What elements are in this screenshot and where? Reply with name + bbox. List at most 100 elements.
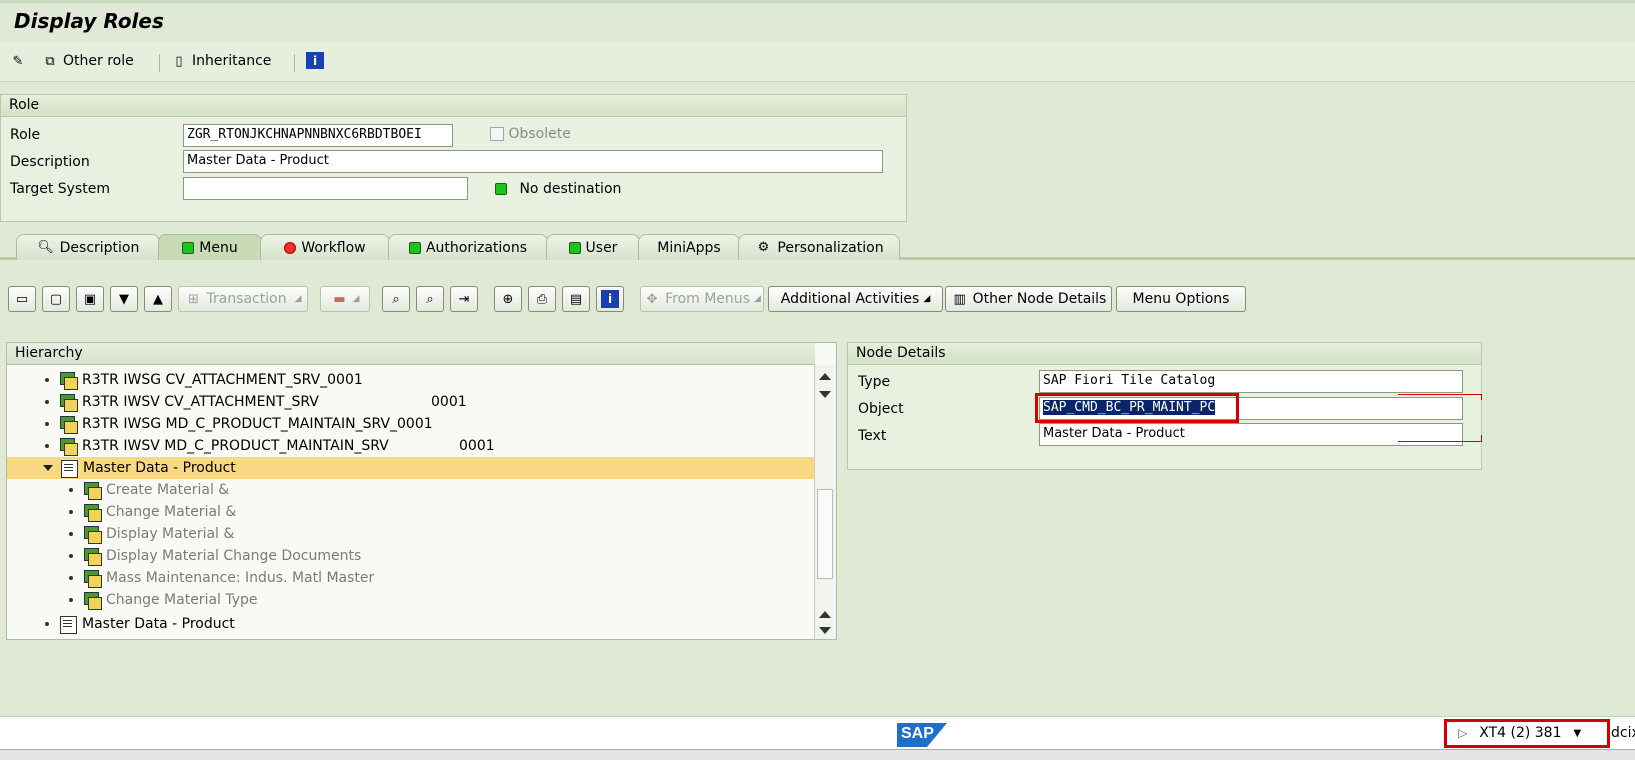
scroll-down-icon[interactable] [819,391,831,398]
menu-options-label: Menu Options [1132,291,1230,307]
target-system-field[interactable] [183,177,468,200]
description-field[interactable]: Master Data - Product [183,150,883,173]
green-status-icon [182,241,195,254]
bullet-icon [69,598,73,602]
tree-node[interactable]: R3TR IWSG CV_ATTACHMENT_SRV_0001 [45,369,363,391]
service-icon [59,437,78,456]
title-bar: Display Roles [0,0,1635,42]
scroll-up-icon[interactable] [819,373,831,380]
insert-node-button[interactable]: ▭ [8,286,36,312]
other-node-details-button[interactable]: ▥ Other Node Details [945,286,1112,312]
tab-workflow[interactable]: Workflow [260,234,390,260]
tab-user-label: User [585,239,618,256]
tree-node-label: Display Material Change Documents [106,548,362,564]
tree-node[interactable]: R3TR IWSG MD_C_PRODUCT_MAINTAIN_SRV_0001 [45,413,433,435]
tab-menu[interactable]: Menu [158,234,262,260]
hierarchy-button[interactable]: ▤ [562,286,590,312]
document-icon: ▯ [175,53,183,69]
find-button[interactable]: ⌕ [382,286,410,312]
tree-node[interactable]: Master Data - Product [45,613,235,635]
bullet-icon [45,422,49,426]
tree-node[interactable]: Change Material & [69,501,236,523]
menu-options-button[interactable]: Menu Options [1116,286,1246,312]
catalog-icon [60,459,78,478]
binoculars-plus-icon: ⌕ [426,291,434,307]
transaction-icon [83,503,102,522]
menu-tree-icon: ✥ [646,291,658,307]
export-button[interactable]: ⇥ [450,286,478,312]
tab-menu-label: Menu [199,239,238,256]
obsolete-checkbox[interactable] [490,127,504,141]
highlight-box [1035,393,1239,423]
transaction-icon [83,547,102,566]
dropdown-icon: ◢ [923,294,931,304]
tree-node[interactable]: Display Material Change Documents [69,545,361,567]
highlight-line [1481,435,1482,441]
scroll-thumb[interactable] [817,489,833,579]
info-icon: i [306,52,324,69]
toolbar-separator [294,54,295,72]
tree-node[interactable]: R3TR IWSV MD_C_PRODUCT_MAINTAIN_SRV 0001 [45,435,495,457]
display-change-button[interactable]: ✎ [9,52,27,70]
tree-node[interactable]: Mass Maintenance: Indus. Matl Master [69,567,374,589]
bullet-icon [45,378,49,382]
red-status-icon [284,241,297,254]
sap-logo: SAP [897,723,947,747]
info-button[interactable]: i [306,52,324,69]
description-label: Description [10,154,90,170]
tab-authorizations[interactable]: Authorizations [388,234,548,260]
other-role-label: Other role [63,53,134,69]
tree-node-label: R3TR IWSV CV_ATTACHMENT_SRV [82,394,319,410]
move-up-button[interactable]: ▲ [144,286,172,312]
text-field[interactable]: Master Data - Product [1039,423,1463,446]
find-next-button[interactable]: ⌕ [416,286,444,312]
obsolete-checkbox-wrap[interactable]: Obsolete [490,126,571,142]
display-node-button[interactable]: ▣ [76,286,104,312]
type-field[interactable]: SAP Fiori Tile Catalog [1039,370,1463,393]
magnifier-icon: 🔍︎ [37,240,54,255]
inheritance-button[interactable]: ▯ Inheritance [170,52,271,70]
tab-user[interactable]: User [546,234,640,260]
triangle-down-icon: ▼ [119,291,129,307]
additional-activities-button[interactable]: Additional Activities ◢ [768,286,943,312]
bullet-icon [45,400,49,404]
tab-miniapps[interactable]: MiniApps [638,234,740,260]
other-role-button[interactable]: ⧉ Other role [41,52,134,70]
transaction-button[interactable]: ⊞ Transaction ◢ [178,286,308,312]
destination-status: No destination [495,181,621,197]
tab-personalization[interactable]: ⚙ Personalization [738,234,900,260]
transaction-label: Transaction [206,291,287,307]
tab-description[interactable]: 🔍︎ Description [16,234,160,260]
scroll-up-icon[interactable] [819,611,831,618]
tree-node-label: R3TR IWSG MD_C_PRODUCT_MAINTAIN_SRV_0001 [82,416,433,432]
tree-node[interactable]: Change Material Type [69,589,258,611]
tab-miniapps-label: MiniApps [657,239,721,256]
tree-node-label: R3TR IWSG CV_ATTACHMENT_SRV_0001 [82,372,363,388]
info-button-menu[interactable]: i [596,286,624,312]
info-icon: i [601,290,619,308]
chevron-down-icon[interactable]: ▼ [1574,728,1582,739]
role-field[interactable]: ZGR_RTONJKCHNAPNNBNXC6RBDTBOEI [183,124,453,147]
move-down-button[interactable]: ▼ [110,286,138,312]
from-menus-label: From Menus [665,291,750,307]
from-menus-button[interactable]: ✥ From Menus ◢ [640,286,764,312]
type-label: Type [858,374,891,390]
zoom-button[interactable]: ⊕ [494,286,522,312]
scroll-down-icon[interactable] [819,627,831,634]
expand-caret-icon[interactable] [43,465,53,471]
tree-node[interactable]: Display Material & [69,523,234,545]
print-button[interactable]: ⎙ [528,286,556,312]
tree-node-selected[interactable]: Master Data - Product [7,457,815,479]
green-status-icon [495,183,507,195]
delete-node-button[interactable]: ▬ ◢ [320,286,370,312]
folder-button[interactable]: ▢ [42,286,70,312]
tree-node[interactable]: Create Material & [69,479,229,501]
hierarchy-scrollbar[interactable] [814,365,836,639]
bullet-icon [69,576,73,580]
dropdown-icon: ◢ [753,294,761,304]
tree-node[interactable]: R3TR IWSV CV_ATTACHMENT_SRV 0001 [45,391,467,413]
bullet-icon [45,622,49,626]
system-info[interactable]: ▷ XT4 (2) 381 ▼ [1458,725,1581,741]
tree-node-label: Master Data - Product [83,460,236,476]
target-system-label: Target System [10,181,110,197]
